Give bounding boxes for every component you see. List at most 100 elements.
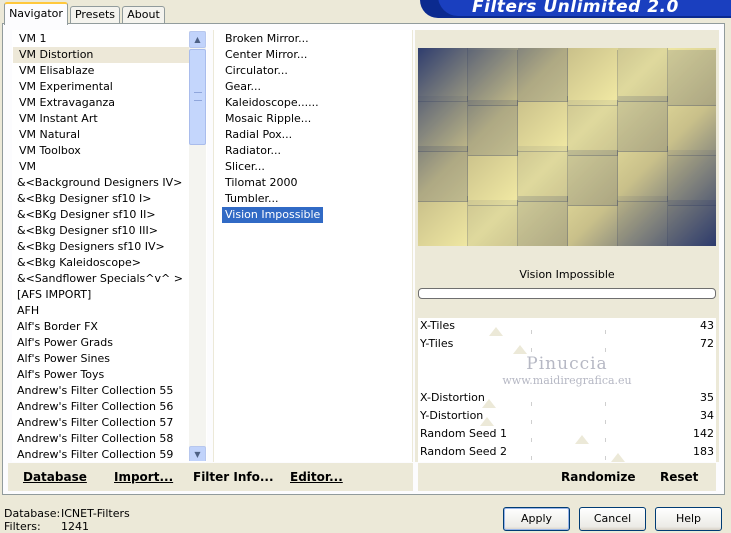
category-item[interactable]: &<Bkg Designer sf10 I> bbox=[13, 191, 206, 207]
database-status-value: ICNET-Filters bbox=[61, 507, 130, 520]
tab-label: Presets bbox=[74, 8, 116, 21]
category-item[interactable]: AFH bbox=[13, 303, 206, 319]
category-item[interactable]: Alf's Power Grads bbox=[13, 335, 206, 351]
preview-tile bbox=[568, 150, 618, 206]
category-item[interactable]: VM bbox=[13, 159, 206, 175]
category-item[interactable]: &<Bkg Kaleidoscope> bbox=[13, 255, 206, 271]
database-button[interactable]: Database bbox=[23, 470, 87, 484]
category-item[interactable]: VM Distortion bbox=[13, 47, 206, 63]
filter-list[interactable]: Broken Mirror... Center Mirror... Circulat… bbox=[213, 30, 413, 462]
filter-item[interactable]: Radial Pox... bbox=[222, 127, 295, 143]
slider-tick bbox=[531, 456, 533, 460]
import-button[interactable]: Import... bbox=[114, 470, 173, 484]
slider-thumb[interactable] bbox=[513, 345, 528, 354]
category-item[interactable]: Andrew's Filter Collection 58 bbox=[13, 431, 206, 447]
filter-item[interactable]: Center Mirror... bbox=[222, 47, 310, 63]
slider-row[interactable]: Random Seed 1 142 bbox=[418, 426, 716, 444]
category-scrollbar[interactable]: ▲ ▼ bbox=[189, 31, 206, 461]
filter-item[interactable]: Kaleidoscope...... bbox=[222, 95, 322, 111]
slider-row[interactable]: Y-Distortion 34 bbox=[418, 408, 716, 426]
randomize-button[interactable]: Randomize bbox=[561, 470, 635, 484]
preview-tile bbox=[468, 50, 518, 106]
slider-tick bbox=[531, 420, 533, 424]
apply-button[interactable]: Apply bbox=[503, 507, 570, 531]
category-item[interactable]: &<Bkg Designer sf10 III> bbox=[13, 223, 206, 239]
preview-tile bbox=[668, 100, 716, 156]
category-item[interactable]: Alf's Power Toys bbox=[13, 367, 206, 383]
preview-tile bbox=[468, 200, 518, 246]
slider-thumb[interactable] bbox=[610, 453, 625, 462]
slider-thumb[interactable] bbox=[575, 435, 590, 444]
tab-presets[interactable]: Presets bbox=[70, 6, 120, 24]
filter-item[interactable]: Broken Mirror... bbox=[222, 31, 312, 47]
category-item[interactable]: Alf's Border FX bbox=[13, 319, 206, 335]
cancel-label: Cancel bbox=[593, 512, 632, 525]
category-item[interactable]: &<Background Designers IV> bbox=[13, 175, 206, 191]
slider-value: 34 bbox=[700, 409, 714, 422]
filter-info-button[interactable]: Filter Info... bbox=[193, 470, 274, 484]
slider-row[interactable]: X-Tiles 43 bbox=[418, 318, 716, 336]
category-item[interactable]: VM Instant Art bbox=[13, 111, 206, 127]
preview-tile bbox=[568, 50, 618, 106]
scroll-up-button[interactable]: ▲ bbox=[189, 31, 206, 48]
slider-tick bbox=[531, 348, 533, 352]
category-item[interactable]: VM Extravaganza bbox=[13, 95, 206, 111]
slider-row[interactable]: X-Distortion 35 bbox=[418, 390, 716, 408]
category-item[interactable]: Andrew's Filter Collection 57 bbox=[13, 415, 206, 431]
watermark-url: www.maidiregrafica.eu bbox=[502, 374, 632, 387]
category-list[interactable]: VM 1 VM Distortion VM Elisablaze VM Experim… bbox=[12, 30, 207, 462]
category-item[interactable]: [AFS IMPORT] bbox=[13, 287, 206, 303]
filter-item[interactable]: Tilomat 2000 bbox=[222, 175, 300, 191]
category-item[interactable]: VM Natural bbox=[13, 127, 206, 143]
cancel-button[interactable]: Cancel bbox=[579, 507, 646, 531]
slider-tick bbox=[604, 348, 606, 352]
filter-item[interactable]: Circulator... bbox=[222, 63, 291, 79]
filter-item[interactable]: Vision Impossible bbox=[222, 207, 324, 223]
category-item[interactable]: VM Toolbox bbox=[13, 143, 206, 159]
chevron-up-icon: ▲ bbox=[194, 35, 201, 44]
help-button[interactable]: Help bbox=[655, 507, 722, 531]
slider-tick bbox=[531, 330, 533, 334]
filters-status-label: Filters: bbox=[4, 520, 41, 533]
category-item[interactable]: Andrew's Filter Collection 56 bbox=[13, 399, 206, 415]
scroll-thumb[interactable] bbox=[189, 49, 206, 145]
category-item[interactable]: VM Elisablaze bbox=[13, 63, 206, 79]
category-item[interactable]: Andrew's Filter Collection 55 bbox=[13, 383, 206, 399]
slider-thumb[interactable] bbox=[488, 327, 503, 336]
category-item[interactable]: Alf's Power Sines bbox=[13, 351, 206, 367]
slider-thumb[interactable] bbox=[482, 399, 497, 408]
slider-tick bbox=[604, 438, 606, 442]
tab-about[interactable]: About bbox=[122, 6, 165, 24]
category-item[interactable]: VM 1 bbox=[13, 31, 206, 47]
preview-tile bbox=[668, 50, 716, 106]
reset-button[interactable]: Reset bbox=[660, 470, 698, 484]
category-item[interactable]: &<Sandflower Specials^v^ > bbox=[13, 271, 206, 287]
editor-button[interactable]: Editor... bbox=[290, 470, 343, 484]
filter-item[interactable]: Slicer... bbox=[222, 159, 268, 175]
tab-label: About bbox=[127, 8, 160, 21]
preview-tile bbox=[568, 200, 618, 246]
category-item[interactable]: Andrew's Filter Collection 59 bbox=[13, 447, 206, 461]
category-item[interactable]: &<BKg Designer sf10 II> bbox=[13, 207, 206, 223]
category-items: VM 1 VM Distortion VM Elisablaze VM Experim… bbox=[13, 31, 206, 461]
preview-tile bbox=[568, 100, 618, 156]
filter-item[interactable]: Tumbler... bbox=[222, 191, 282, 207]
filter-item[interactable]: Radiator... bbox=[222, 143, 284, 159]
slider-row[interactable]: Y-Tiles 72 bbox=[418, 336, 716, 354]
filter-item[interactable]: Mosaic Ripple... bbox=[222, 111, 314, 127]
tab-navigator[interactable]: Navigator bbox=[4, 2, 68, 25]
slider-tick bbox=[531, 402, 533, 406]
preview-tile bbox=[468, 150, 518, 206]
preview-tile bbox=[668, 150, 716, 206]
grip-icon bbox=[194, 92, 202, 101]
category-item[interactable]: &<Bkg Designers sf10 IV> bbox=[13, 239, 206, 255]
slider-label: X-Distortion bbox=[420, 391, 485, 404]
category-item[interactable]: VM Experimental bbox=[13, 79, 206, 95]
filter-item[interactable]: Gear... bbox=[222, 79, 264, 95]
slider-value: 43 bbox=[700, 319, 714, 332]
preview-image[interactable] bbox=[418, 48, 716, 246]
slider-thumb[interactable] bbox=[479, 417, 494, 426]
preview-tile bbox=[668, 200, 716, 246]
slider-row[interactable]: Random Seed 2 183 bbox=[418, 444, 716, 462]
scroll-down-button[interactable]: ▼ bbox=[189, 446, 206, 461]
